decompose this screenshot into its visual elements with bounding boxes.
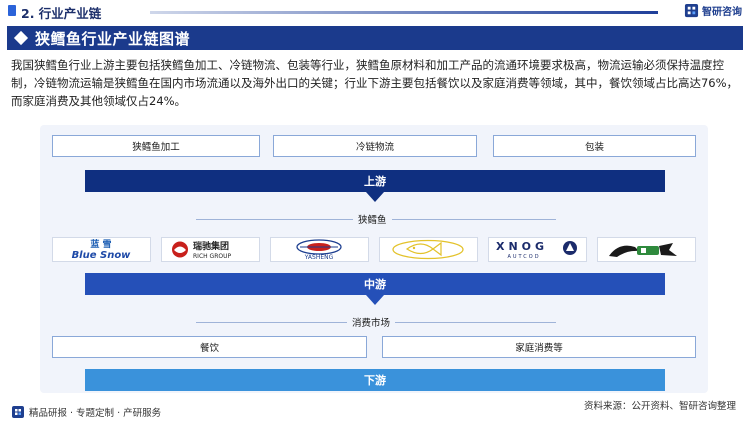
ruichi-group-logo: 瑞驰集团 RICH GROUP [161,237,260,262]
brand: 智研咨询 [684,3,742,18]
blue-snow-logo: 蓝 雪 Blue Snow [52,237,151,262]
top-bar: 2. 行业产业链 智研咨询 [0,0,750,22]
upstream-item-packaging: 包装 [493,135,696,157]
footer-tagline: 精品研报 · 专题定制 · 产研服务 [12,405,161,419]
diamond-icon [13,30,29,46]
source-note: 资料来源：公开资料、智研咨询整理 [583,401,736,412]
footer-tagline-text: 精品研报 · 专题定制 · 产研服务 [29,408,162,419]
ruichi-logo-icon: 瑞驰集团 RICH GROUP [172,240,231,260]
upstream-item-processing: 狭鳕鱼加工 [52,135,260,157]
xnogo-logo-main: XNOG [496,240,548,253]
yasheng-logo-icon: YASHENG [296,239,342,261]
page-title: 狭鳕鱼行业产业链图谱 [35,30,191,48]
downstream-label: 消费市场 [347,315,396,329]
brand-name: 智研咨询 [702,7,742,18]
downstream-band: 下游 [85,369,665,391]
green-logo-icon [609,243,677,257]
xnogo-logo: XNOG AUTCOD [488,237,587,262]
brand-logo-icon [684,3,699,18]
midstream-band: 中游 [85,273,665,295]
blue-snow-logo-icon: 蓝 雪 Blue Snow [72,238,132,261]
yasheng-logo-text: YASHENG [304,254,334,261]
yellow-fish-logo-icon [392,239,464,260]
ruichi-logo-en: RICH GROUP [193,253,231,260]
ruichi-logo-cn: 瑞驰集团 [193,240,229,252]
xnogo-logo-icon: XNOG AUTCOD [496,240,577,260]
section-heading: 2. 行业产业链 [21,6,102,21]
midstream-label: 狭鳕鱼 [353,212,392,226]
blue-snow-logo-en: Blue Snow [72,250,132,261]
yasheng-logo: YASHENG [270,237,369,262]
upstream-arrow-icon [366,192,384,202]
xnogo-logo-sub: AUTCOD [507,254,540,260]
downstream-item-catering: 餐饮 [52,336,367,358]
footer-logo-icon [12,406,24,418]
upstream-item-cold-chain: 冷链物流 [273,135,477,157]
downstream-item-household: 家庭消费等 [382,336,696,358]
section-marker [8,5,16,16]
blue-snow-logo-cn: 蓝 雪 [90,238,111,250]
midstream-arrow-icon [366,295,384,305]
green-logo [597,237,696,262]
description: 我国狭鳕鱼行业上游主要包括狭鳕鱼加工、冷链物流、包装等行业，狭鳕鱼原材料和加工产… [11,58,739,108]
title-bar: 狭鳕鱼行业产业链图谱 [7,26,743,50]
yellow-fish-logo [379,237,478,262]
header-rule [150,11,658,14]
upstream-band: 上游 [85,170,665,192]
